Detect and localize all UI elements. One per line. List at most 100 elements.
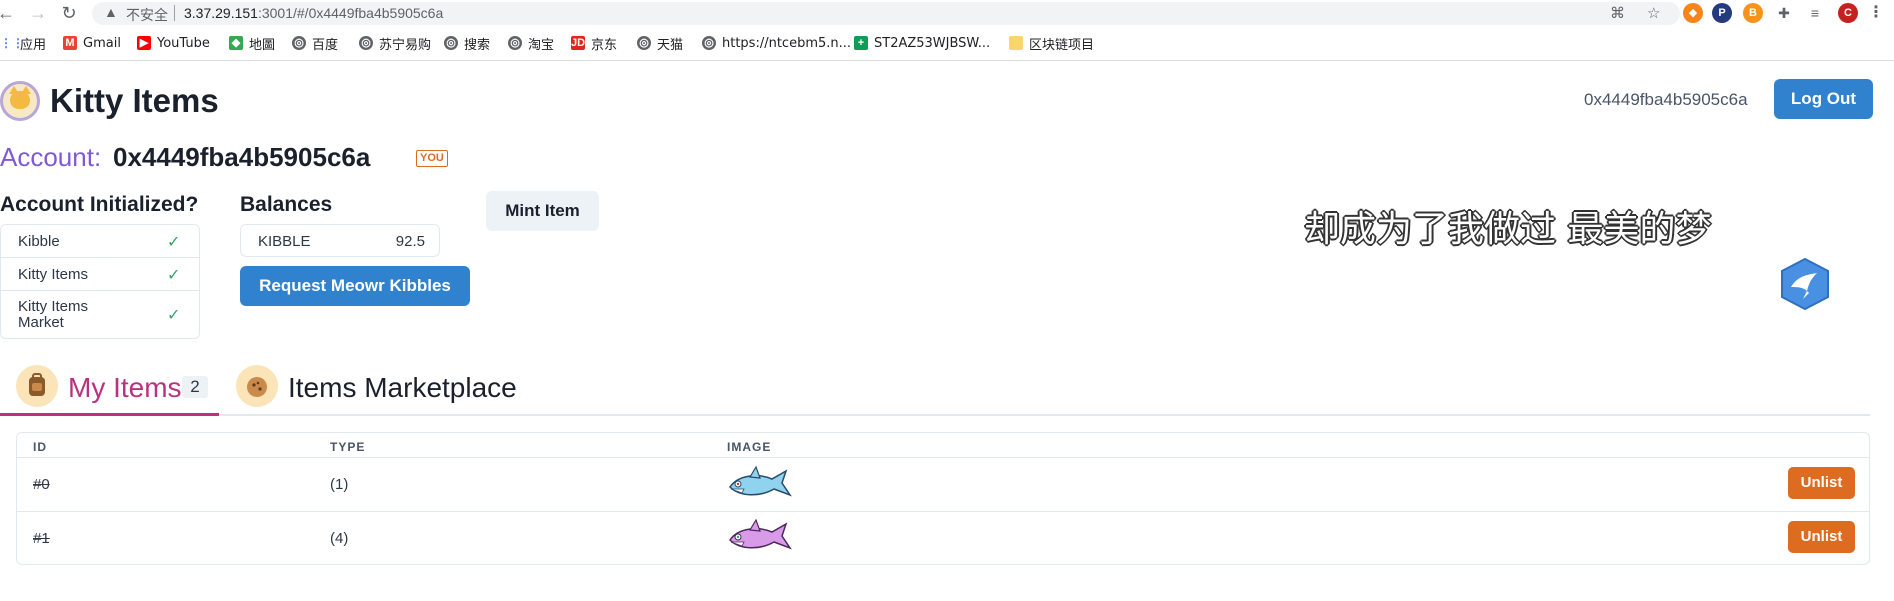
apps-grid-icon: ⋮⋮ bbox=[0, 36, 24, 50]
balances-heading: Balances bbox=[240, 193, 333, 216]
bitcoin-icon[interactable]: B bbox=[1743, 3, 1763, 23]
column-header-type: TYPE bbox=[330, 440, 366, 454]
balance-value: 92.5 bbox=[395, 233, 425, 250]
bookmark-sheet[interactable]: + ST2AZ53WJBSW... bbox=[854, 31, 990, 55]
bookmark-label: 搜索 bbox=[464, 37, 491, 53]
url-host: 3.37.29.151 bbox=[184, 5, 258, 21]
globe-icon: ◎ bbox=[508, 36, 522, 50]
profile-avatar[interactable]: C bbox=[1838, 3, 1858, 23]
metamask-icon[interactable]: ◆ bbox=[1683, 3, 1703, 23]
bookmark-label: 区块链项目 bbox=[1029, 37, 1095, 53]
logout-button[interactable]: Log Out bbox=[1774, 79, 1873, 119]
kitty-logo-icon bbox=[0, 81, 40, 121]
bookmark-label: 应用 bbox=[20, 37, 47, 53]
translate-icon[interactable]: ⌘ bbox=[1610, 4, 1625, 22]
bookmark-folder[interactable]: 区块链项目 bbox=[1009, 31, 1094, 55]
insecure-label: 不安全 bbox=[126, 8, 168, 24]
bookmark-label: https://ntcebm5.n... bbox=[722, 35, 852, 51]
list-item: Kibble ✓ bbox=[1, 225, 199, 258]
items-count-badge: 2 bbox=[182, 376, 208, 398]
header-address: 0x4449fba4b5905c6a bbox=[1584, 90, 1748, 109]
bookmark-label: 地圖 bbox=[249, 37, 276, 53]
bookmark-label: Gmail bbox=[83, 35, 121, 51]
tab-my-items[interactable]: My Items 2 bbox=[16, 363, 216, 415]
init-label: Kitty Items bbox=[18, 266, 89, 283]
list-item: Kitty Items Market ✓ bbox=[1, 291, 199, 339]
active-tab-indicator bbox=[0, 413, 219, 416]
init-label: Kibble bbox=[18, 233, 60, 250]
bookmark-youtube[interactable]: ▶ YouTube bbox=[137, 31, 210, 55]
check-icon: ✓ bbox=[167, 265, 181, 284]
account-address: 0x4449fba4b5905c6a bbox=[113, 142, 371, 172]
balance-token: KIBBLE bbox=[258, 233, 311, 250]
bookmark-ntcebm[interactable]: ◎ https://ntcebm5.n... bbox=[702, 31, 851, 55]
url-path: :3001/#/0x4449fba4b5905c6a bbox=[257, 5, 444, 21]
item-type: (4) bbox=[330, 530, 349, 547]
unlist-button[interactable]: Unlist bbox=[1788, 467, 1855, 499]
bookmark-gmail[interactable]: M Gmail bbox=[63, 31, 121, 55]
initialized-list: Kibble ✓ Kitty Items ✓ Kitty Items Marke… bbox=[0, 224, 200, 339]
cookie-bag-icon bbox=[236, 365, 278, 407]
globe-icon: ◎ bbox=[444, 36, 458, 50]
bookmark-jd[interactable]: JD 京东 bbox=[571, 31, 617, 55]
url-text[interactable]: 3.37.29.151:3001/#/0x4449fba4b5905c6a bbox=[184, 5, 443, 21]
init-label: Kitty Items Market bbox=[18, 298, 89, 331]
address-bar[interactable]: ▲ 不安全 3.37.29.151:3001/#/0x4449fba4b5905… bbox=[92, 2, 1680, 25]
cat-face-icon bbox=[9, 86, 31, 109]
items-table bbox=[16, 432, 1870, 565]
check-icon: ✓ bbox=[167, 305, 181, 324]
gmail-icon: M bbox=[63, 36, 77, 50]
app-title: Kitty Items bbox=[50, 82, 219, 119]
globe-icon: ◎ bbox=[292, 36, 306, 50]
blue-shark-icon bbox=[729, 465, 792, 497]
row-divider bbox=[17, 457, 1869, 458]
tab-label: Items Marketplace bbox=[288, 372, 517, 403]
browser-toolbar: ← → ↻ ▲ 不安全 3.37.29.151:3001/#/0x4449fba… bbox=[0, 0, 1894, 26]
maps-icon: ◆ bbox=[229, 36, 243, 50]
bookmark-label: YouTube bbox=[157, 35, 210, 51]
bookmarks-bar: ⋮⋮ 应用 M Gmail ▶ YouTube ◆ 地圖 ◎ 百度 ◎ 苏宁易购 ◎ 搜索 ◎… bbox=[0, 31, 1894, 55]
overlay-subtitle: 却成为了我做过 最美的梦 bbox=[1304, 209, 1712, 250]
bookmark-tmall[interactable]: ◎ 天猫 bbox=[637, 31, 683, 55]
bookmark-label: 苏宁易购 bbox=[379, 37, 432, 53]
bookmark-taobao[interactable]: ◎ 淘宝 bbox=[508, 31, 554, 55]
request-kibbles-button[interactable]: Request Meowr Kibbles bbox=[240, 266, 470, 306]
sheets-icon: + bbox=[854, 36, 868, 50]
balance-row: KIBBLE 92.5 bbox=[240, 224, 440, 257]
bookmark-label: 百度 bbox=[312, 37, 339, 53]
bookmark-label: 淘宝 bbox=[528, 37, 555, 53]
reload-icon[interactable]: ↻ bbox=[59, 3, 79, 23]
bird-app-icon[interactable] bbox=[1779, 257, 1831, 311]
mint-item-button[interactable]: Mint Item bbox=[486, 191, 599, 231]
warning-icon: ▲ bbox=[104, 4, 118, 20]
pink-shark-icon bbox=[729, 518, 792, 550]
extensions-puzzle-icon[interactable]: ✚ bbox=[1774, 3, 1794, 23]
paypal-icon[interactable]: P bbox=[1712, 3, 1732, 23]
jd-icon: JD bbox=[571, 36, 586, 50]
folder-icon bbox=[1009, 36, 1023, 50]
bookmark-baidu[interactable]: ◎ 百度 bbox=[292, 31, 338, 55]
unlist-button[interactable]: Unlist bbox=[1788, 521, 1855, 553]
backpack-icon bbox=[16, 365, 58, 407]
tab-items-marketplace[interactable]: Items Marketplace bbox=[236, 363, 536, 415]
back-arrow-icon[interactable]: ← bbox=[0, 3, 16, 23]
youtube-icon: ▶ bbox=[137, 36, 151, 50]
column-header-image: IMAGE bbox=[727, 440, 772, 454]
bookmark-search[interactable]: ◎ 搜索 bbox=[444, 31, 490, 55]
chrome-divider bbox=[0, 60, 1894, 61]
bookmark-label: 天猫 bbox=[657, 37, 684, 53]
item-id: #1 bbox=[33, 530, 50, 547]
bookmark-apps[interactable]: ⋮⋮ 应用 bbox=[0, 31, 46, 55]
tab-label: My Items bbox=[68, 372, 182, 403]
item-id: #0 bbox=[33, 476, 50, 493]
star-icon[interactable]: ☆ bbox=[1647, 4, 1660, 22]
forward-arrow-icon[interactable]: → bbox=[28, 3, 48, 23]
item-type: (1) bbox=[330, 476, 349, 493]
bookmark-suning[interactable]: ◎ 苏宁易购 bbox=[359, 31, 431, 55]
tabs-divider bbox=[0, 414, 1870, 416]
reading-list-icon[interactable]: ≡ bbox=[1805, 3, 1825, 23]
menu-kebab-icon[interactable]: ⋮ bbox=[1866, 3, 1886, 23]
bookmark-label: 京东 bbox=[591, 37, 618, 53]
check-icon: ✓ bbox=[167, 232, 181, 251]
bookmark-maps[interactable]: ◆ 地圖 bbox=[229, 31, 275, 55]
